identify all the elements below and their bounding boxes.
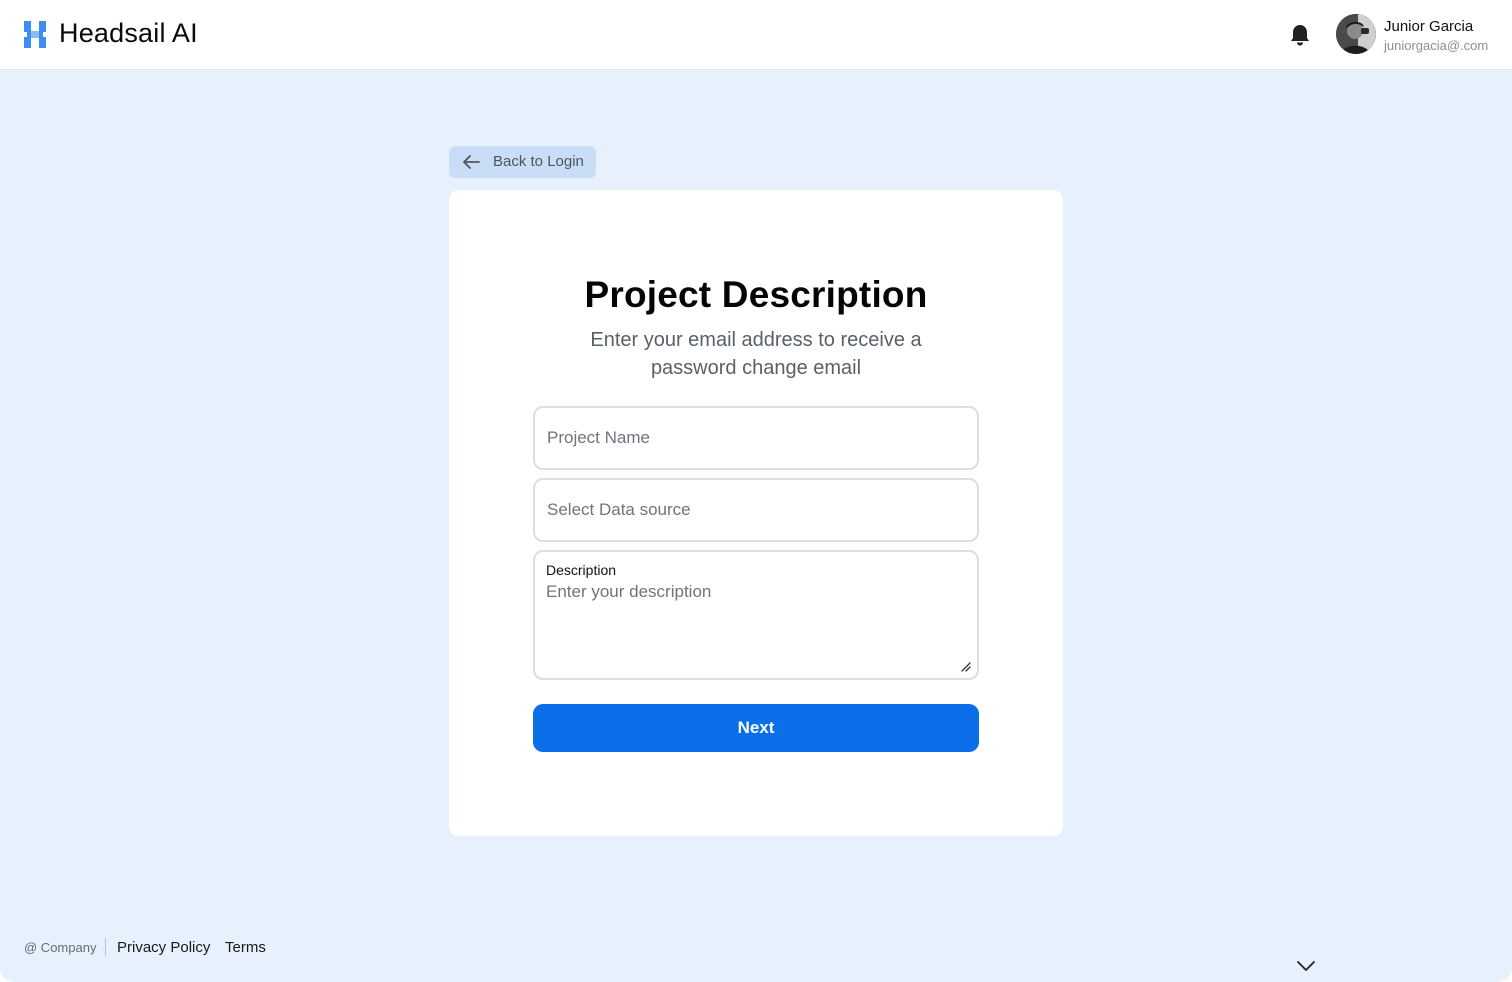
- headsail-logo-icon: [24, 21, 46, 48]
- project-name-field: [533, 406, 979, 470]
- data-source-field: [533, 478, 979, 542]
- app-window: Headsail AI Junior Garcia juniorgacia@.c…: [0, 0, 1512, 982]
- data-source-select[interactable]: [535, 480, 977, 540]
- back-to-login-label: Back to Login: [493, 153, 584, 170]
- description-textarea[interactable]: [535, 582, 977, 674]
- bell-icon[interactable]: [1289, 23, 1311, 47]
- terms-link[interactable]: Terms: [225, 939, 266, 956]
- project-description-card: Project Description Enter your email add…: [449, 190, 1063, 836]
- top-header: Headsail AI Junior Garcia juniorgacia@.c…: [0, 0, 1512, 70]
- privacy-policy-link[interactable]: Privacy Policy: [117, 939, 210, 956]
- resize-handle-icon[interactable]: [959, 660, 971, 672]
- description-label: Description: [546, 562, 617, 578]
- brand-name: Headsail AI: [59, 18, 198, 48]
- page-title: Project Description: [584, 274, 928, 315]
- user-email: juniorgacia@.com: [1384, 38, 1489, 53]
- arrow-left-icon: [463, 155, 480, 169]
- chevron-down-icon[interactable]: [1296, 960, 1316, 972]
- description-field: Description: [533, 550, 979, 680]
- avatar[interactable]: [1336, 14, 1376, 54]
- back-to-login-button[interactable]: Back to Login: [449, 146, 596, 178]
- footer-divider: [105, 938, 106, 956]
- user-name: Junior Garcia: [1384, 18, 1474, 35]
- project-name-input[interactable]: [535, 408, 977, 468]
- copyright-text: @ Company: [24, 940, 97, 955]
- page-subtitle: Enter your email address to receive a pa…: [590, 329, 922, 379]
- avatar-photo: [1336, 14, 1376, 54]
- next-button[interactable]: Next: [533, 704, 979, 752]
